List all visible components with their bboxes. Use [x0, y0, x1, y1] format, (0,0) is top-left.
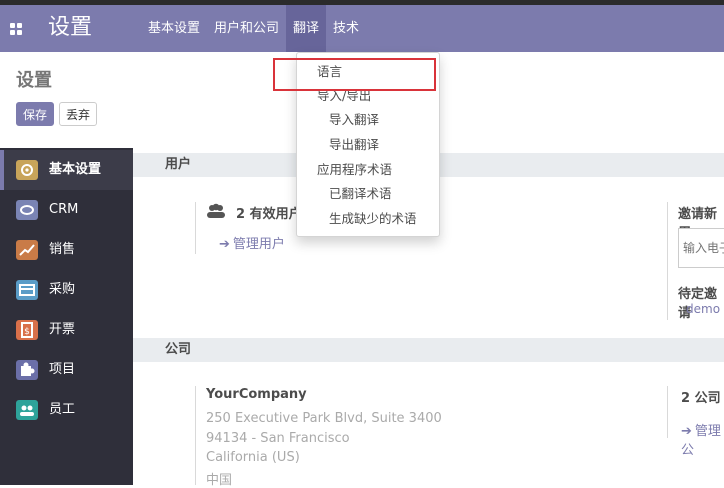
arrow-right-icon: ➔: [681, 424, 692, 439]
apps-grid-icon[interactable]: [10, 23, 22, 35]
pending-user-link[interactable]: demo: [686, 302, 720, 316]
gear-icon: [16, 160, 38, 180]
sidebar-item-purchase[interactable]: 采购: [0, 270, 133, 310]
invoice-icon: $: [16, 320, 38, 340]
company-name: YourCompany: [206, 387, 307, 402]
dropdown-item-generate-missing-terms[interactable]: 生成缺少的术语: [329, 210, 417, 228]
company-count: 2 公司: [681, 391, 721, 406]
sidebar-item-label: 员工: [49, 402, 76, 417]
sidebar-item-invoicing[interactable]: $ 开票: [0, 310, 133, 350]
save-button[interactable]: 保存: [16, 102, 55, 126]
dropdown-item-application-terms: 应用程序术语: [317, 162, 393, 177]
address-line: 250 Executive Park Blvd, Suite 3400: [206, 411, 442, 426]
sidebar-item-crm[interactable]: CRM: [0, 190, 133, 230]
divider: [667, 386, 668, 438]
sidebar-item-project[interactable]: 项目: [0, 350, 133, 390]
address-line: California (US): [206, 450, 300, 465]
top-menu: 基本设置 用户和公司 翻译 技术: [141, 5, 366, 52]
dropdown-item-export-translation[interactable]: 导出翻译: [329, 136, 379, 154]
highlight-annotation: [273, 58, 436, 91]
menu-general-settings[interactable]: 基本设置: [141, 5, 207, 52]
dropdown-item-import-translation[interactable]: 导入翻译: [329, 111, 379, 129]
invite-email-input[interactable]: [678, 228, 724, 268]
puzzle-icon: [16, 360, 38, 380]
discard-button[interactable]: 丢弃: [59, 102, 98, 126]
sidebar-item-employees[interactable]: 员工: [0, 390, 133, 430]
card-icon: [16, 280, 38, 300]
svg-text:$: $: [24, 327, 30, 337]
dropdown-item-translated-terms[interactable]: 已翻译术语: [329, 185, 392, 203]
menu-technical[interactable]: 技术: [326, 5, 366, 52]
divider: [195, 386, 196, 485]
address-line: 中国: [206, 473, 233, 488]
users-icon: [16, 400, 38, 420]
divider: [195, 202, 196, 254]
sidebar-item-label: 开票: [49, 322, 76, 337]
sidebar-item-label: 项目: [49, 362, 76, 377]
link-label: 管理用户: [232, 237, 285, 252]
sidebar-item-label: 基本设置: [49, 162, 102, 177]
sidebar-item-label: 采购: [49, 282, 76, 297]
divider: [667, 202, 668, 320]
section-title: 用户: [165, 157, 192, 172]
active-users-count: 2 有效用户: [236, 207, 302, 222]
sidebar-item-sales[interactable]: 销售: [0, 230, 133, 270]
settings-sidebar: 基本设置 CRM 销售 采购 $ 开票 项目 员工: [0, 148, 133, 485]
sidebar-item-general[interactable]: 基本设置: [0, 150, 133, 190]
menu-users-companies[interactable]: 用户和公司: [207, 5, 286, 52]
app-title: 设置: [48, 15, 93, 40]
page-title: 设置: [16, 70, 52, 91]
company-section-header: 公司: [133, 338, 724, 362]
sidebar-item-label: 销售: [49, 242, 76, 257]
section-title: 公司: [165, 342, 192, 357]
address-line: 94134 - San Francisco: [206, 431, 350, 446]
menu-translations[interactable]: 翻译: [286, 5, 327, 52]
manage-companies-link[interactable]: ➔ 管理公: [681, 420, 724, 458]
chart-icon: [16, 240, 38, 260]
handshake-icon: [16, 200, 38, 220]
main-navbar: 设置 基本设置 用户和公司 翻译 技术: [0, 5, 724, 52]
arrow-right-icon: ➔: [219, 237, 230, 252]
users-group-icon: [206, 203, 226, 223]
sidebar-item-label: CRM: [49, 202, 79, 217]
manage-users-link[interactable]: ➔ 管理用户: [219, 233, 285, 252]
